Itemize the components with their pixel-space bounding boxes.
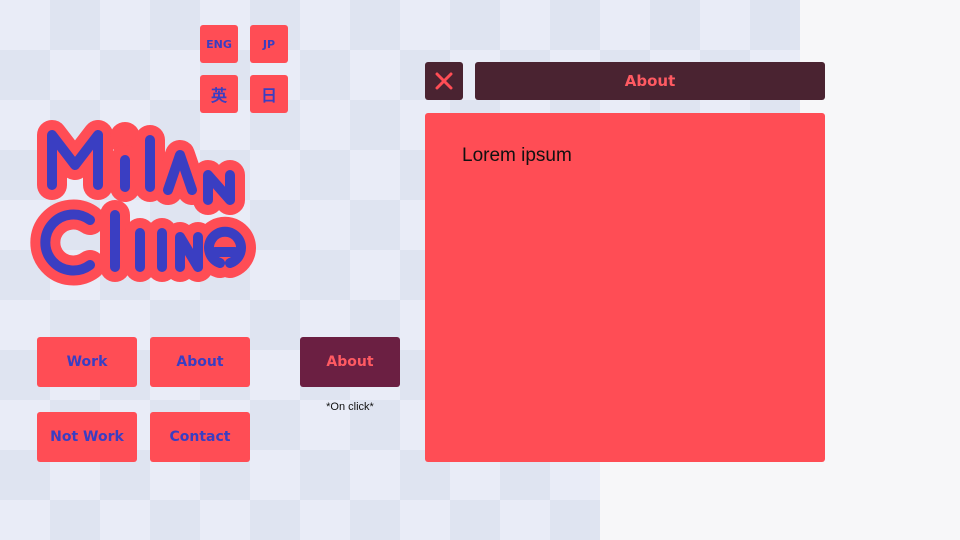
nav-about-active-button[interactable]: About [300,337,400,387]
nav-contact-button[interactable]: Contact [150,412,250,462]
window-title: About [624,72,676,90]
panel-body-text: Lorem ipsum [462,145,572,166]
nav-work-button[interactable]: Work [37,337,137,387]
lang-jp-kanji-button[interactable]: 日 [250,75,288,113]
background-cutout [600,462,800,540]
lang-jp-button[interactable]: JP [250,25,288,63]
lang-eng-button[interactable]: ENG [200,25,238,63]
logo [30,120,256,286]
nav-not-work-button[interactable]: Not Work [37,412,137,462]
on-click-note: *On click* [326,401,374,413]
lang-eng-kanji-button[interactable]: 英 [200,75,238,113]
close-icon [435,72,453,90]
window-title-bar: About [475,62,825,100]
close-button[interactable] [425,62,463,100]
about-panel: Lorem ipsum [425,113,825,462]
nav-about-button[interactable]: About [150,337,250,387]
